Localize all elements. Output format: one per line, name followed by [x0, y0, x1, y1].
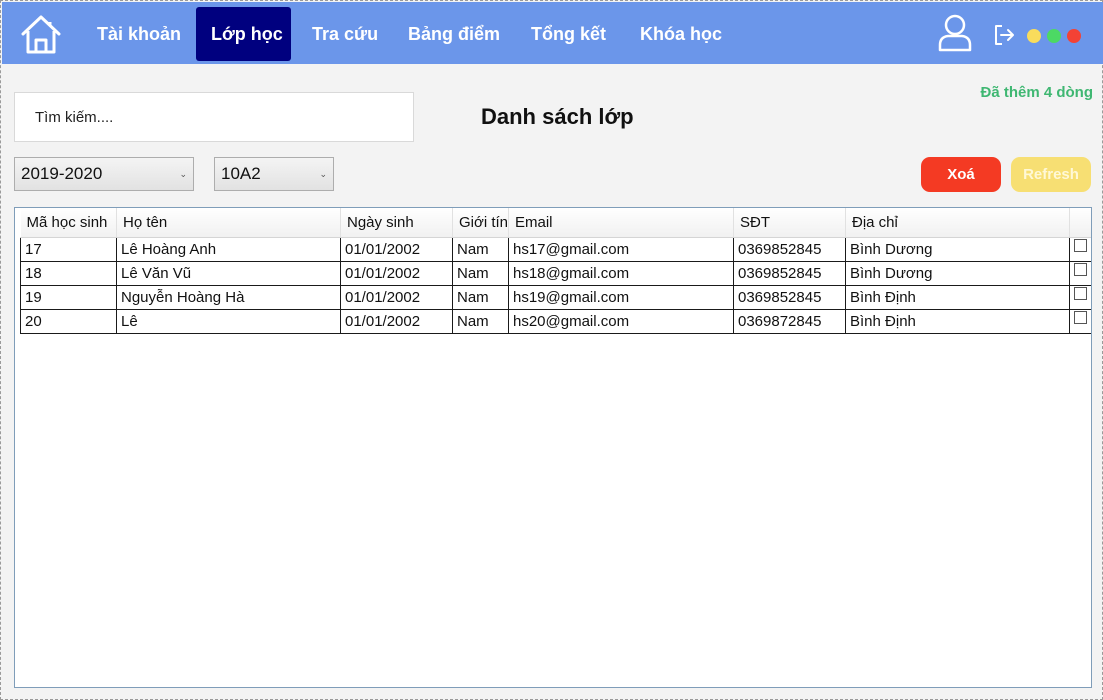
cell-birth-date: 01/01/2002 — [340, 308, 453, 334]
cell-select — [1069, 308, 1091, 334]
nav-tab-bang-diem[interactable]: Bảng điểm — [393, 7, 515, 61]
cell-phone: 0369852845 — [733, 260, 846, 286]
table-row[interactable]: 18 Lê Văn Vũ 01/01/2002 Nam hs18@gmail.c… — [20, 260, 1091, 286]
cell-phone: 0369852845 — [733, 284, 846, 310]
nav-tab-khoa-hoc[interactable]: Khóa học — [625, 7, 737, 61]
class-value: 10A2 — [221, 164, 261, 183]
top-nav-bar: Tài khoản Lớp học Tra cứu Bảng điểm Tổng… — [2, 2, 1103, 64]
cell-email: hs20@gmail.com — [508, 308, 734, 334]
cell-student-id: 20 — [20, 308, 117, 334]
cell-full-name: Lê — [116, 308, 341, 334]
column-header-gender[interactable]: Giới tính — [452, 208, 509, 238]
cell-address: Bình Dương — [845, 236, 1070, 262]
cell-birth-date: 01/01/2002 — [340, 284, 453, 310]
status-message: Đã thêm 4 dòng — [980, 84, 1093, 101]
cell-gender: Nam — [452, 308, 509, 334]
cell-full-name: Lê Văn Vũ — [116, 260, 341, 286]
nav-tab-tong-ket[interactable]: Tổng kết — [516, 7, 621, 61]
column-header-student-id[interactable]: Mã học sinh — [20, 208, 117, 238]
cell-gender: Nam — [452, 260, 509, 286]
row-select-checkbox[interactable] — [1074, 262, 1087, 276]
cell-select — [1069, 284, 1091, 310]
cell-select — [1069, 236, 1091, 262]
row-select-checkbox[interactable] — [1074, 238, 1087, 252]
cell-gender: Nam — [452, 236, 509, 262]
user-icon[interactable] — [938, 14, 972, 52]
school-year-value: 2019-2020 — [21, 164, 103, 183]
cell-student-id: 19 — [20, 284, 117, 310]
delete-button[interactable]: Xoá — [921, 157, 1001, 192]
table-row[interactable]: 17 Lê Hoàng Anh 01/01/2002 Nam hs17@gmai… — [20, 236, 1091, 262]
class-select[interactable]: 10A2 ⌄ — [214, 157, 334, 191]
minimize-dot-button[interactable] — [1027, 29, 1041, 43]
cell-select — [1069, 260, 1091, 286]
table-row[interactable]: 20 Lê 01/01/2002 Nam hs20@gmail.com 0369… — [20, 308, 1091, 334]
nav-tab-tra-cuu[interactable]: Tra cứu — [297, 7, 393, 61]
cell-full-name: Nguyễn Hoàng Hà — [116, 284, 341, 310]
column-header-address[interactable]: Địa chỉ — [845, 208, 1070, 238]
search-input[interactable] — [14, 92, 414, 142]
cell-phone: 0369872845 — [733, 308, 846, 334]
column-header-full-name[interactable]: Họ tên — [116, 208, 341, 238]
table-row[interactable]: 19 Nguyễn Hoàng Hà 01/01/2002 Nam hs19@g… — [20, 284, 1091, 310]
cell-address: Bình Định — [845, 284, 1070, 310]
column-header-birth-date[interactable]: Ngày sinh — [340, 208, 453, 238]
maximize-dot-button[interactable] — [1047, 29, 1061, 43]
home-icon[interactable] — [20, 13, 62, 55]
student-table: Mã học sinh Họ tên Ngày sinh Giới tính E… — [14, 207, 1092, 688]
cell-student-id: 18 — [20, 260, 117, 286]
school-year-select[interactable]: 2019-2020 ⌄ — [14, 157, 194, 191]
page-title: Danh sách lớp — [481, 104, 634, 129]
nav-tab-lop-hoc[interactable]: Lớp học — [196, 7, 291, 61]
cell-email: hs17@gmail.com — [508, 236, 734, 262]
column-header-select[interactable] — [1069, 208, 1091, 238]
cell-gender: Nam — [452, 284, 509, 310]
app-window: Tài khoản Lớp học Tra cứu Bảng điểm Tổng… — [0, 0, 1103, 700]
cell-email: hs19@gmail.com — [508, 284, 734, 310]
cell-birth-date: 01/01/2002 — [340, 260, 453, 286]
refresh-button[interactable]: Refresh — [1011, 157, 1091, 192]
row-select-checkbox[interactable] — [1074, 310, 1087, 324]
column-header-email[interactable]: Email — [508, 208, 734, 238]
table-header-row: Mã học sinh Họ tên Ngày sinh Giới tính E… — [20, 208, 1091, 238]
chevron-down-icon: ⌄ — [179, 169, 187, 179]
cell-student-id: 17 — [20, 236, 117, 262]
nav-tab-tai-khoan[interactable]: Tài khoản — [82, 7, 196, 61]
row-select-checkbox[interactable] — [1074, 286, 1087, 300]
column-header-phone[interactable]: SĐT — [733, 208, 846, 238]
cell-full-name: Lê Hoàng Anh — [116, 236, 341, 262]
cell-birth-date: 01/01/2002 — [340, 236, 453, 262]
logout-icon[interactable] — [992, 23, 1016, 47]
cell-email: hs18@gmail.com — [508, 260, 734, 286]
cell-phone: 0369852845 — [733, 236, 846, 262]
chevron-down-icon: ⌄ — [319, 169, 327, 179]
cell-address: Bình Dương — [845, 260, 1070, 286]
cell-address: Bình Định — [845, 308, 1070, 334]
close-dot-button[interactable] — [1067, 29, 1081, 43]
